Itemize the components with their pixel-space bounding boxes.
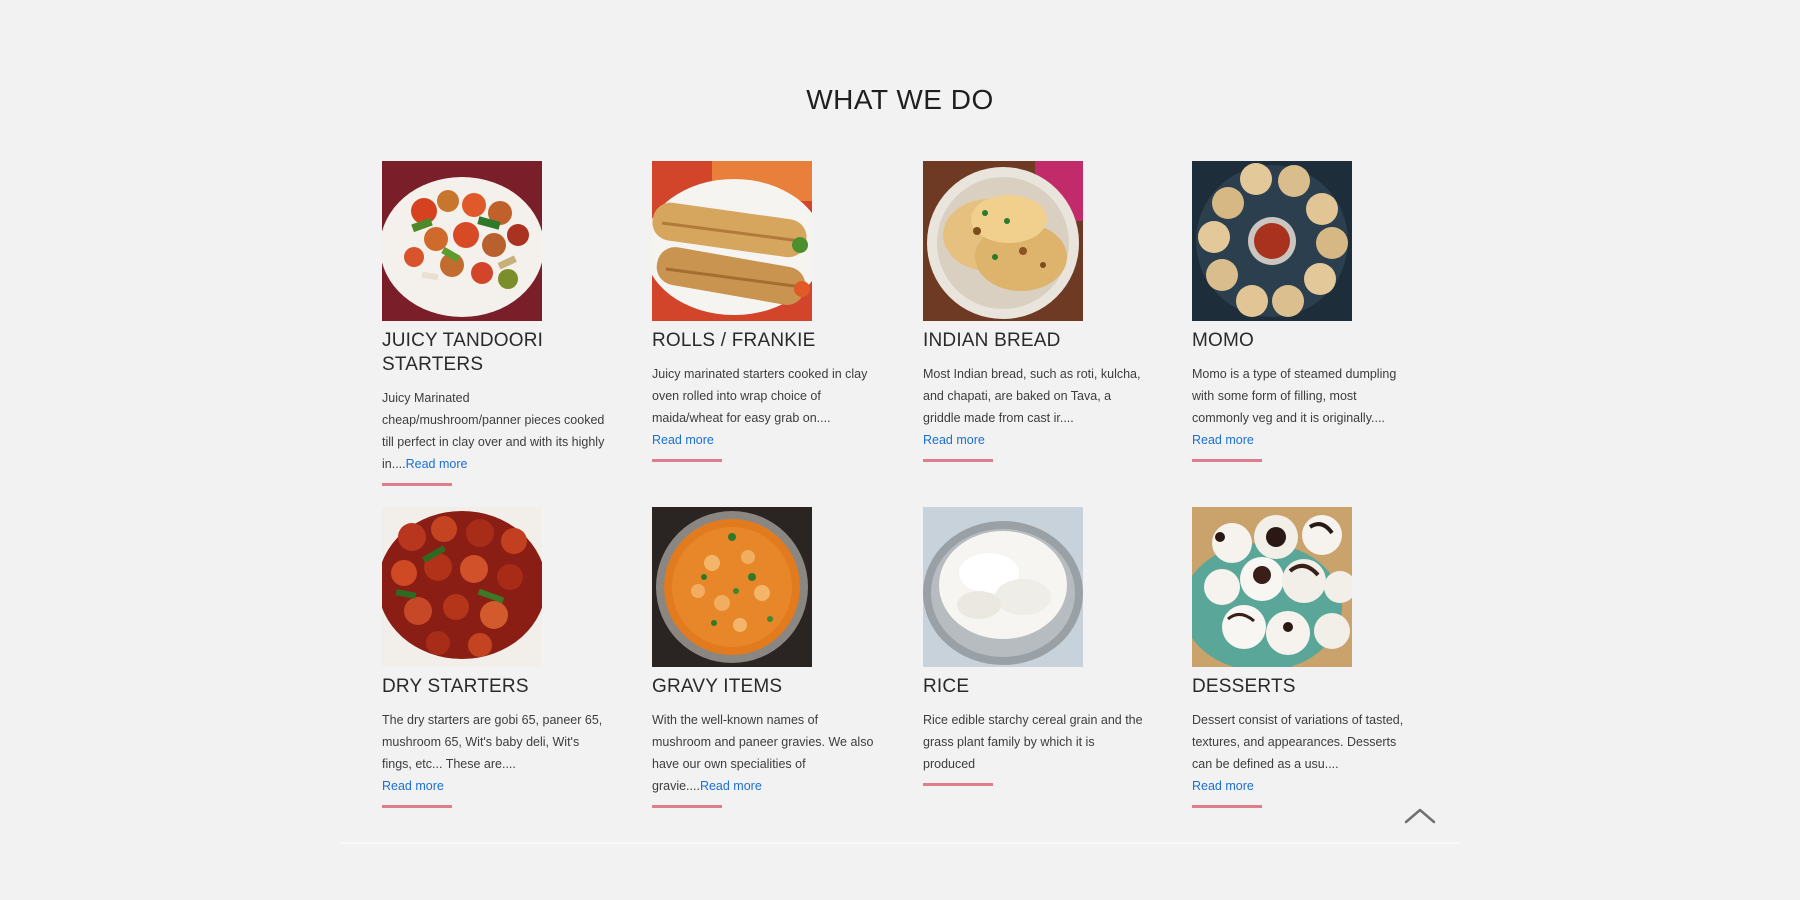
momo-image[interactable] [1192,161,1352,321]
indian-bread-image[interactable] [923,161,1083,321]
read-more-link[interactable]: Read more [406,457,468,471]
card-title: MOMO [1192,330,1255,351]
tandoori-starters-image[interactable] [382,161,542,321]
read-more-link[interactable]: Read more [382,775,607,797]
card-title: DESSERTS [1192,676,1296,697]
service-card: JUICY TANDOORI STARTERS Juicy Marinated … [382,161,607,486]
card-description: Rice edible starchy cereal grain and the… [923,713,1143,771]
card-divider [652,459,722,462]
card-title: ROLLS / FRANKIE [652,330,816,351]
dry-starters-image[interactable] [382,507,542,667]
card-divider [382,483,452,486]
read-more-link[interactable]: Read more [652,429,877,451]
service-card: GRAVY ITEMS With the well-known names of… [652,507,877,808]
service-card: MOMO Momo is a type of steamed dumpling … [1192,161,1417,462]
chevron-up-icon [1404,808,1436,824]
service-card: DESSERTS Dessert consist of variations o… [1192,507,1417,808]
card-description: Juicy Marinated cheap/mushroom/panner pi… [382,387,607,475]
card-title: INDIAN BREAD [923,330,1061,351]
read-more-link[interactable]: Read more [1192,429,1417,451]
card-description-text: With the well-known names of mushroom an… [652,713,874,793]
card-title: RICE [923,676,970,697]
service-card: INDIAN BREAD Most Indian bread, such as … [923,161,1148,462]
card-divider [923,783,993,786]
read-more-link[interactable]: Read more [923,429,1148,451]
card-divider [923,459,993,462]
desserts-image[interactable] [1192,507,1352,667]
rice-image[interactable] [923,507,1083,667]
card-divider [382,805,452,808]
card-description: The dry starters are gobi 65, paneer 65,… [382,713,603,771]
card-description: Most Indian bread, such as roti, kulcha,… [923,367,1141,425]
card-title: JUICY TANDOORI STARTERS [382,330,544,375]
service-card: DRY STARTERS The dry starters are gobi 6… [382,507,607,808]
scroll-to-top-button[interactable] [1398,800,1442,830]
card-divider [1192,459,1262,462]
card-divider [652,805,722,808]
card-description: With the well-known names of mushroom an… [652,709,877,797]
page: WHAT WE DO JUICY TANDOORI STARTERS Juicy… [0,0,1800,900]
service-card: ROLLS / FRANKIE Juicy marinated starters… [652,161,877,462]
section-title: WHAT WE DO [806,84,994,115]
card-description: Dessert consist of variations of tasted,… [1192,713,1404,771]
card-title: GRAVY ITEMS [652,676,783,697]
rolls-frankie-image[interactable] [652,161,812,321]
service-card: RICE Rice edible starchy cereal grain an… [923,507,1148,786]
read-more-link[interactable]: Read more [1192,775,1417,797]
card-divider [1192,805,1262,808]
read-more-link[interactable]: Read more [700,779,762,793]
gravy-items-image[interactable] [652,507,812,667]
card-title: DRY STARTERS [382,676,529,697]
card-description: Juicy marinated starters cooked in clay … [652,367,868,425]
card-description: Momo is a type of steamed dumpling with … [1192,367,1397,425]
